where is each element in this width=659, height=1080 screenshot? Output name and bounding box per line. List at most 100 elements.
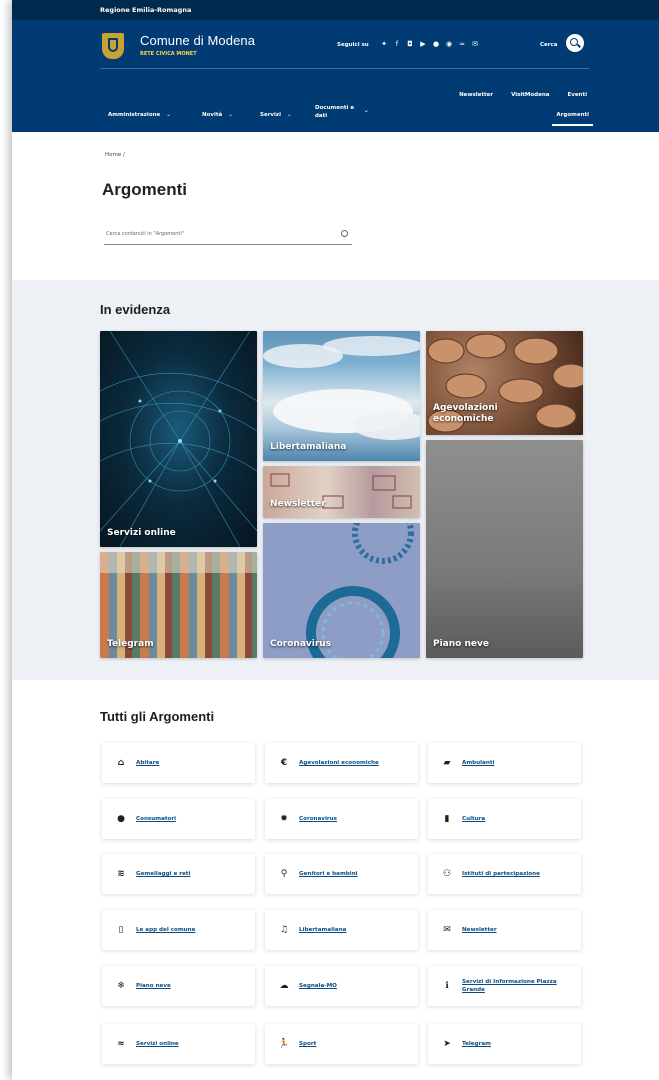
search-icon[interactable] [341, 230, 348, 237]
topic-link[interactable]: Telegram [462, 1040, 491, 1048]
topic-tile[interactable]: ✹ Coronavirus [265, 799, 418, 839]
nav-link-visitmodena[interactable]: VisitModena [511, 92, 549, 98]
nav-item-novita[interactable]: Novità ⌄ [202, 112, 233, 118]
topic-link[interactable]: Piano neve [136, 982, 171, 990]
telegram-icon[interactable]: ● [432, 40, 440, 48]
nav-link-eventi[interactable]: Eventi [567, 92, 587, 98]
mobile-icon: ▯ [118, 925, 124, 935]
whatsapp-icon[interactable]: ◉ [445, 40, 453, 48]
topic-link[interactable]: Servizi di Informazione Piazza Grande [462, 978, 581, 994]
chevron-down-icon: ⌄ [228, 112, 233, 118]
twitter-icon[interactable]: ✦ [380, 40, 388, 48]
search-input[interactable]: Cerca contenuti in "Argomenti" [104, 226, 352, 245]
truck-icon: ▰ [443, 758, 451, 768]
nav-item-documenti[interactable]: Documenti e dati [315, 104, 359, 120]
search-label[interactable]: Cerca [540, 42, 557, 48]
featured-card-telegram[interactable]: Telegram [100, 552, 257, 658]
featured-card-servizi-online[interactable]: Servizi online [100, 331, 257, 547]
featured-card-newsletter[interactable]: Newsletter [263, 466, 420, 518]
card-label: Newsletter [270, 499, 326, 509]
virus-icon: ✹ [280, 814, 288, 824]
envelope-icon: ✉ [443, 925, 451, 935]
nav-link-newsletter[interactable]: Newsletter [459, 92, 493, 98]
wifi-icon: ≈ [117, 1039, 125, 1049]
all-topics-title: Tutti gli Argomenti [100, 709, 215, 724]
chevron-down-icon[interactable]: ⌄ [364, 108, 369, 114]
snowflake-icon: ❄ [117, 981, 125, 991]
topic-tile[interactable]: ≋ Gemellaggi e reti [102, 854, 255, 894]
topic-tile[interactable]: ● Consumatori [102, 799, 255, 839]
topic-tile[interactable]: ▮ Cultura [428, 799, 581, 839]
topic-tile[interactable]: 🏃 Sport [265, 1024, 418, 1064]
topic-tile[interactable]: ➤ Telegram [428, 1024, 581, 1064]
featured-card-agevolazioni[interactable]: Agevolazioni economiche [426, 331, 583, 435]
card-label: Coronavirus [270, 639, 332, 649]
topic-link[interactable]: Libertamaliana [299, 926, 346, 934]
topic-link[interactable]: Coronavirus [299, 815, 337, 823]
topic-tile[interactable]: ❄ Piano neve [102, 966, 255, 1006]
region-bar: Regione Emilia-Romagna [12, 0, 659, 20]
topic-tile[interactable]: ⌂ Abitare [102, 743, 255, 783]
nav-item-label: Documenti e dati [315, 105, 355, 119]
site-header: Comune di Modena RETE CIVICA MONET Segui… [12, 20, 659, 78]
topic-link[interactable]: Servizi online [136, 1040, 179, 1048]
page-title: Argomenti [102, 180, 187, 199]
network-illustration [100, 331, 257, 547]
topic-tile[interactable]: ♫ Libertamaliana [265, 910, 418, 950]
mail-icon[interactable]: ✉ [471, 40, 479, 48]
topic-tile[interactable]: ⚲ Genitori e bambini [265, 854, 418, 894]
secondary-nav: Newsletter VisitModena Eventi [459, 92, 587, 98]
rss-icon[interactable]: ≈ [458, 40, 466, 48]
featured-card-libertamaliana[interactable]: Libertamaliana [263, 331, 420, 461]
nav-item-amministrazione[interactable]: Amministrazione ⌄ [108, 112, 171, 118]
virus-illustration [306, 523, 414, 658]
site-name[interactable]: Comune di Modena [140, 33, 255, 48]
apple-icon: ● [117, 814, 125, 824]
chevron-down-icon: ⌄ [166, 112, 171, 118]
topic-tile[interactable]: ☁ Segnala-MO [265, 966, 418, 1006]
topic-link[interactable]: Consumatori [136, 815, 176, 823]
featured-card-piano-neve[interactable]: Piano neve [426, 440, 583, 658]
social-icons: ✦ f ◘ ▶ ● ◉ ≈ ✉ [380, 40, 479, 48]
youtube-icon[interactable]: ▶ [419, 40, 427, 48]
section-title: In evidenza [100, 302, 171, 317]
chevron-down-icon: ⌄ [286, 112, 292, 118]
topic-tile[interactable]: ⚇ Istituti di partecipazione [428, 854, 581, 894]
coat-of-arms-logo[interactable] [102, 33, 124, 59]
card-label: Servizi online [107, 528, 176, 538]
facebook-icon[interactable]: f [393, 40, 401, 48]
topic-tile[interactable]: ≈ Servizi online [102, 1024, 255, 1064]
topic-link[interactable]: Newsletter [462, 926, 497, 934]
topic-tile[interactable]: ▯ Le app del comune [102, 910, 255, 950]
topic-link[interactable]: Abitare [136, 759, 159, 767]
topic-link[interactable]: Cultura [462, 815, 485, 823]
breadcrumb[interactable]: Home / [105, 152, 125, 158]
region-link[interactable]: Regione Emilia-Romagna [100, 6, 191, 14]
euro-icon: € [280, 758, 288, 768]
topic-link[interactable]: Le app del comune [136, 926, 195, 934]
follow-label: Seguici su [337, 42, 369, 48]
topic-link[interactable]: Segnala-MO [299, 982, 337, 990]
running-icon: 🏃 [278, 1039, 290, 1049]
nav-item-servizi[interactable]: Servizi ⌄ [260, 112, 292, 118]
featured-card-coronavirus[interactable]: Coronavirus [263, 523, 420, 658]
card-label: Telegram [107, 639, 154, 649]
topic-link[interactable]: Istituti di partecipazione [462, 870, 540, 878]
topic-tile[interactable]: ✉ Newsletter [428, 910, 581, 950]
instagram-icon[interactable]: ◘ [406, 40, 414, 48]
topic-tile[interactable]: € Agevolazioni economiche [265, 743, 418, 783]
topic-link[interactable]: Genitori e bambini [299, 870, 358, 878]
handshake-icon: ≋ [117, 869, 125, 879]
topic-link[interactable]: Gemellaggi e reti [136, 870, 190, 878]
topic-tile[interactable]: ▰ Ambulanti [428, 743, 581, 783]
envelopes-illustration [270, 473, 412, 509]
nav-item-argomenti-active[interactable]: Argomenti [552, 112, 593, 126]
info-icon: ℹ [445, 981, 449, 991]
topic-tile[interactable]: ℹ Servizi di Informazione Piazza Grande [428, 966, 581, 1006]
topic-link[interactable]: Sport [299, 1040, 316, 1048]
topic-link[interactable]: Ambulanti [462, 759, 494, 767]
topic-link[interactable]: Agevolazioni economiche [299, 759, 379, 767]
search-icon[interactable] [566, 34, 584, 52]
card-label: Agevolazioni economiche [433, 403, 498, 424]
chat-icon: ☁ [279, 981, 289, 991]
